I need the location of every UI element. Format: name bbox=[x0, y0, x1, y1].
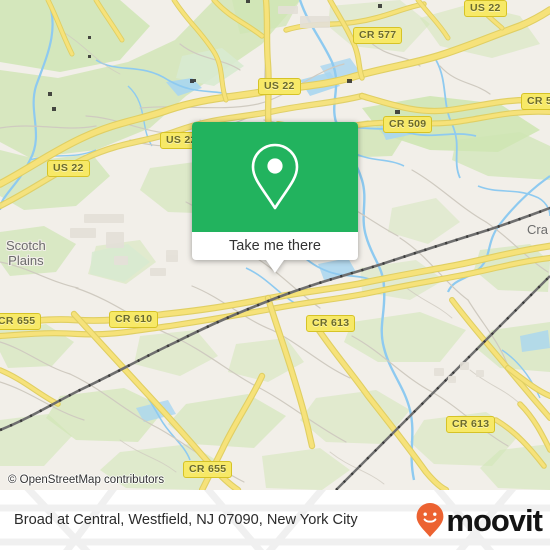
place-label-cranford: Cra bbox=[527, 222, 548, 237]
route-shield-cr-509-right-cut: CR 50 bbox=[521, 93, 550, 110]
route-shield-us-22-top-center: US 22 bbox=[258, 78, 301, 95]
moovit-brand[interactable]: moovit bbox=[415, 502, 543, 538]
map-screenshot-root: .green{fill:#cfe5b4;} .green2{fill:#d8ea… bbox=[0, 0, 550, 550]
footer-bar: Broad at Central, Westfield, NJ 07090, N… bbox=[0, 490, 550, 550]
route-shield-cr-613-lower: CR 613 bbox=[446, 416, 496, 433]
route-shield-cr-655-bottom: CR 655 bbox=[183, 461, 233, 478]
route-shield-cr-610: CR 610 bbox=[109, 311, 159, 328]
route-shield-cr-509: CR 509 bbox=[383, 116, 433, 133]
route-shield-us-22-top-right: US 22 bbox=[464, 0, 507, 17]
map-canvas[interactable]: .green{fill:#cfe5b4;} .green2{fill:#d8ea… bbox=[0, 0, 550, 490]
osm-attribution[interactable]: © OpenStreetMap contributors bbox=[8, 474, 164, 486]
popup-body: Take me there bbox=[192, 122, 358, 260]
place-label-scotch-plains: Scotch Plains bbox=[6, 238, 46, 268]
route-shield-cr-577: CR 577 bbox=[353, 27, 403, 44]
route-shield-cr-613: CR 613 bbox=[306, 315, 356, 332]
footer-address: Broad at Central, Westfield, NJ 07090, N… bbox=[14, 512, 358, 528]
popup-cta-label[interactable]: Take me there bbox=[192, 232, 358, 260]
moovit-pin-icon bbox=[416, 503, 444, 537]
map-pin-icon bbox=[251, 143, 299, 210]
map-popup[interactable]: Take me there bbox=[192, 122, 358, 273]
route-shield-us-22-left: US 22 bbox=[47, 160, 90, 177]
popup-header bbox=[192, 122, 358, 232]
popup-tail-arrow bbox=[266, 260, 284, 273]
moovit-wordmark: moovit bbox=[446, 502, 543, 538]
route-shield-cr-655-left-cut: CR 655 bbox=[0, 313, 42, 330]
